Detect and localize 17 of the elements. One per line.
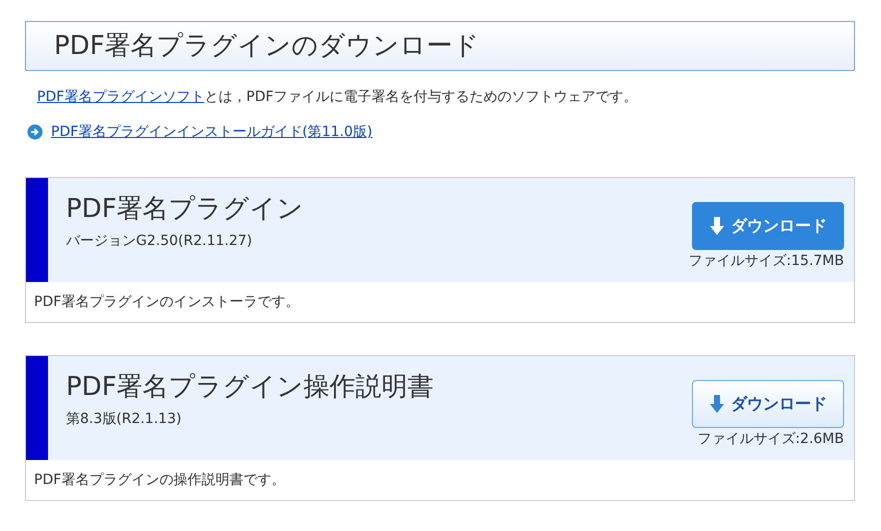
- version-text: 第8.3版(R2.1.13): [66, 410, 182, 428]
- download-button[interactable]: ダウンロード: [692, 380, 844, 428]
- description-text: PDF署名プラグインのインストーラです。: [33, 293, 300, 312]
- item-title: PDF署名プラグイン操作説明書: [66, 371, 435, 404]
- page-title: PDF署名プラグインのダウンロード: [25, 21, 855, 71]
- version-text: バージョンG2.50(R2.11.27): [66, 232, 254, 250]
- guide-link[interactable]: PDF署名プラグインインストールガイド(第11.0版): [51, 123, 372, 141]
- down-arrow-icon: [709, 394, 725, 414]
- intro-text: PDF署名プラグインソフト とは，PDFファイルに電子署名を付与するためのソフトウェアです。: [37, 88, 639, 107]
- down-arrow-icon: [709, 216, 725, 236]
- download-button[interactable]: ダウンロード: [692, 202, 844, 250]
- item-title: PDF署名プラグイン: [66, 193, 305, 226]
- description-text: PDF署名プラグインの操作説明書です。: [33, 471, 286, 490]
- arrow-right-icon: [27, 124, 43, 140]
- file-size: ファイルサイズ:15.7MB: [688, 252, 844, 270]
- file-size: ファイルサイズ:2.6MB: [697, 430, 844, 448]
- software-link[interactable]: PDF署名プラグインソフト: [37, 89, 204, 105]
